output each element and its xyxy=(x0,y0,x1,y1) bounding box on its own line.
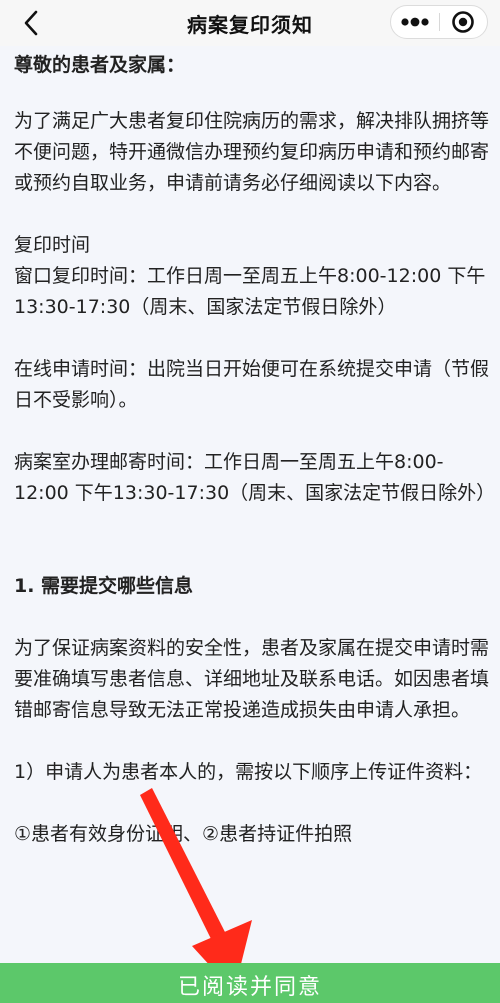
more-dots-icon xyxy=(401,17,429,27)
greeting: 尊敬的患者及家属： xyxy=(14,54,186,76)
mail-time-paragraph: 病案室办理邮寄时间：工作日周一至周五上午8:00-12:00 下午13:30-1… xyxy=(14,451,496,504)
copy-time-heading: 复印时间 xyxy=(14,234,91,256)
section-body: 为了保证病案资料的安全性，患者及家属在提交申请时需要准确填写患者信息、详细地址及… xyxy=(14,637,490,721)
agree-button[interactable]: 已阅读并同意 xyxy=(0,963,500,1003)
intro-paragraph: 为了满足广大患者复印住院病历的需求，解决排队拥挤等不便问题，特开通微信办理预约复… xyxy=(14,110,490,194)
page-title: 病案复印须知 xyxy=(187,12,313,37)
window-time-paragraph: 窗口复印时间：工作日周一至周五上午8:00-12:00 下午13:30-17:3… xyxy=(14,265,486,318)
chevron-left-icon xyxy=(24,10,38,36)
section-title: 1. 需要提交哪些信息 xyxy=(14,575,194,597)
close-button[interactable] xyxy=(440,6,487,38)
mini-program-capsule xyxy=(390,5,488,39)
online-time-paragraph: 在线申请时间：出院当日开始便可在系统提交申请（节假日不受影响）。 xyxy=(14,358,490,411)
navigation-bar: 病案复印须知 xyxy=(0,0,500,46)
list-item-sub: ①患者有效身份证明、②患者持证件拍照 xyxy=(14,823,353,845)
target-close-icon xyxy=(452,11,475,33)
notice-content: 尊敬的患者及家属： 为了满足广大患者复印住院病历的需求，解决排队拥挤等不便问题，… xyxy=(14,50,496,850)
more-button[interactable] xyxy=(391,6,439,38)
list-item: 1）申请人为患者本人的，需按以下顺序上传证件资料： xyxy=(14,761,483,783)
back-button[interactable] xyxy=(16,6,46,40)
